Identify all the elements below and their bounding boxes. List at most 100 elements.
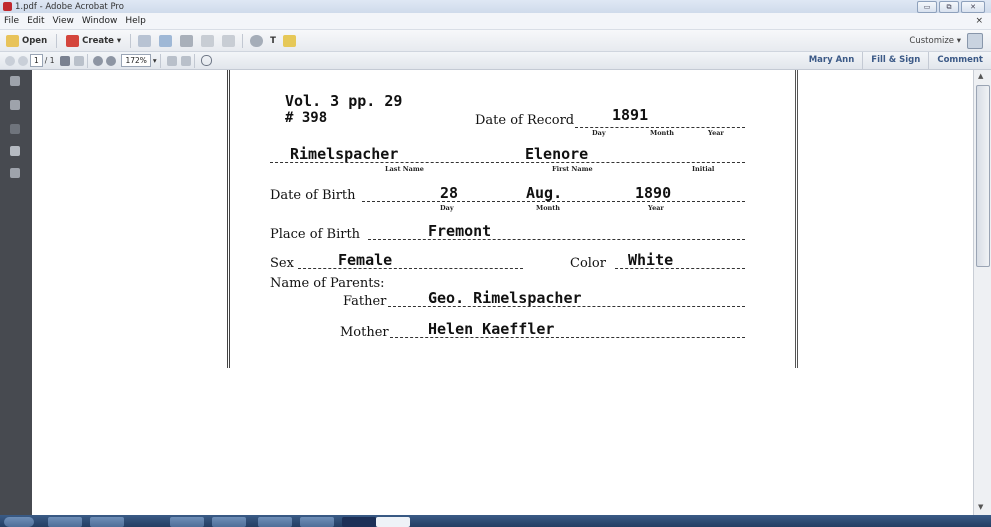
sex-label: Sex [270,256,294,271]
parents-label: Name of Parents: [270,276,385,291]
menu-help[interactable]: Help [121,16,150,26]
place-of-birth: Fremont [428,222,492,240]
taskbar-item[interactable] [300,517,334,527]
fit-page-icon[interactable] [166,55,177,66]
menu-bar: File Edit View Window Help × [0,13,991,30]
birth-year: 1890 [635,184,672,202]
father-name: Geo. Rimelspacher [428,289,582,307]
vertical-scrollbar[interactable]: ▲ ▼ [973,70,991,515]
window-title: 1.pdf - Adobe Acrobat Pro [15,1,124,12]
acrobat-app-icon [3,2,12,11]
menu-edit[interactable]: Edit [23,16,48,26]
record-number: # 398 [285,110,328,126]
date-of-birth-label: Date of Birth [270,188,356,203]
toolbar-divider [87,53,89,68]
last-name-caption: Last Name [385,165,424,173]
settings-icon[interactable] [250,34,264,47]
restore-button[interactable]: ⧉ [939,1,959,13]
page-thumbnails-icon[interactable] [10,76,20,86]
comment-icon[interactable] [282,34,296,47]
first-name-caption: First Name [552,165,593,173]
full-screen-icon[interactable] [180,55,191,66]
taskbar-item[interactable] [170,517,204,527]
select-tool-icon[interactable] [60,55,71,66]
page-total: / 1 [44,56,55,65]
windows-taskbar [0,515,991,527]
mother-name: Helen Kaeffler [428,320,555,338]
close-window-button[interactable]: ✕ [961,1,985,13]
mother-label: Mother [340,325,389,340]
attachments-icon[interactable] [10,168,20,178]
sex-line [298,268,523,269]
open-label: Open [22,35,48,46]
email-icon[interactable] [222,34,236,47]
last-name: Rimelspacher [290,145,399,163]
zoom-dropdown-icon[interactable]: ▾ [153,56,157,65]
menu-file[interactable]: File [0,16,23,26]
place-of-birth-line [368,239,745,240]
navigation-toolbar: 1 / 1 172% ▾ Mary Ann Fill & Sign Commen… [0,52,991,70]
toolbar-divider [159,53,161,68]
taskbar-item[interactable] [48,517,82,527]
create-button[interactable]: Create ▾ [60,34,127,47]
print-icon[interactable] [180,34,194,47]
zoom-in-icon[interactable] [106,55,117,66]
record-day-caption: Day [592,129,606,137]
taskbar-item[interactable] [376,517,410,527]
bookmarks-icon[interactable] [10,100,20,110]
previous-page-icon[interactable] [5,55,15,66]
taskbar-item[interactable] [90,517,124,527]
expand-icon[interactable] [967,32,983,49]
taskbar-item[interactable] [212,517,246,527]
search-icon[interactable] [200,55,212,66]
first-name: Elenore [525,145,589,163]
taskbar-item[interactable] [342,517,376,527]
date-of-record-label: Date of Record [475,113,575,128]
color-value: White [628,251,674,269]
taskbar-item[interactable] [258,517,292,527]
record-year-caption: Year [708,129,724,137]
next-page-icon[interactable] [18,55,28,66]
record-page: Vol. 3 pp. 29 # 398 Date of Record 1891 … [227,70,798,368]
cloud-icon[interactable] [159,34,173,47]
layers-icon[interactable] [10,146,20,156]
birth-day-caption: Day [440,204,454,212]
place-of-birth-label: Place of Birth [270,227,361,242]
page-number-input[interactable]: 1 [30,54,43,67]
scroll-up-icon[interactable]: ▲ [978,72,983,80]
toolbar-divider [56,33,58,48]
folder-icon [6,34,19,47]
toolbar-divider [130,33,132,48]
hand-tool-icon[interactable] [74,55,85,66]
birth-day: 28 [440,184,459,202]
task-panes: Mary Ann Fill & Sign Comment [801,52,991,69]
signatures-icon[interactable] [10,124,20,134]
record-year: 1891 [612,106,649,124]
create-pdf-icon [66,34,80,47]
initial-caption: Initial [692,165,715,173]
birth-month-caption: Month [536,204,560,212]
fill-sign-tab[interactable]: Fill & Sign [862,52,928,69]
zoom-level-select[interactable]: 172% [121,54,151,67]
volume-reference: Vol. 3 pp. 29 [285,92,403,110]
edit-icon[interactable] [201,34,215,47]
scrollbar-thumb[interactable] [976,85,990,267]
comment-tab[interactable]: Comment [928,52,991,69]
toolbar-divider [242,33,244,48]
document-view[interactable]: Vol. 3 pp. 29 # 398 Date of Record 1891 … [32,70,973,515]
minimize-button[interactable]: ▭ [917,1,937,13]
date-of-record-line [575,127,745,128]
title-bar: 1.pdf - Adobe Acrobat Pro ▭ ⧉ ✕ [0,0,991,13]
save-icon[interactable] [138,34,152,47]
text-tool-icon[interactable]: T [267,36,279,46]
close-document-button[interactable]: × [975,16,983,26]
user-name[interactable]: Mary Ann [801,52,863,69]
start-button[interactable] [4,517,34,527]
open-button[interactable]: Open [0,34,53,47]
zoom-out-icon[interactable] [93,55,104,66]
menu-window[interactable]: Window [78,16,122,26]
navigation-pane [0,70,32,515]
customize-button[interactable]: Customize ▾ [909,36,961,46]
scroll-down-icon[interactable]: ▼ [978,503,983,511]
menu-view[interactable]: View [49,16,78,26]
